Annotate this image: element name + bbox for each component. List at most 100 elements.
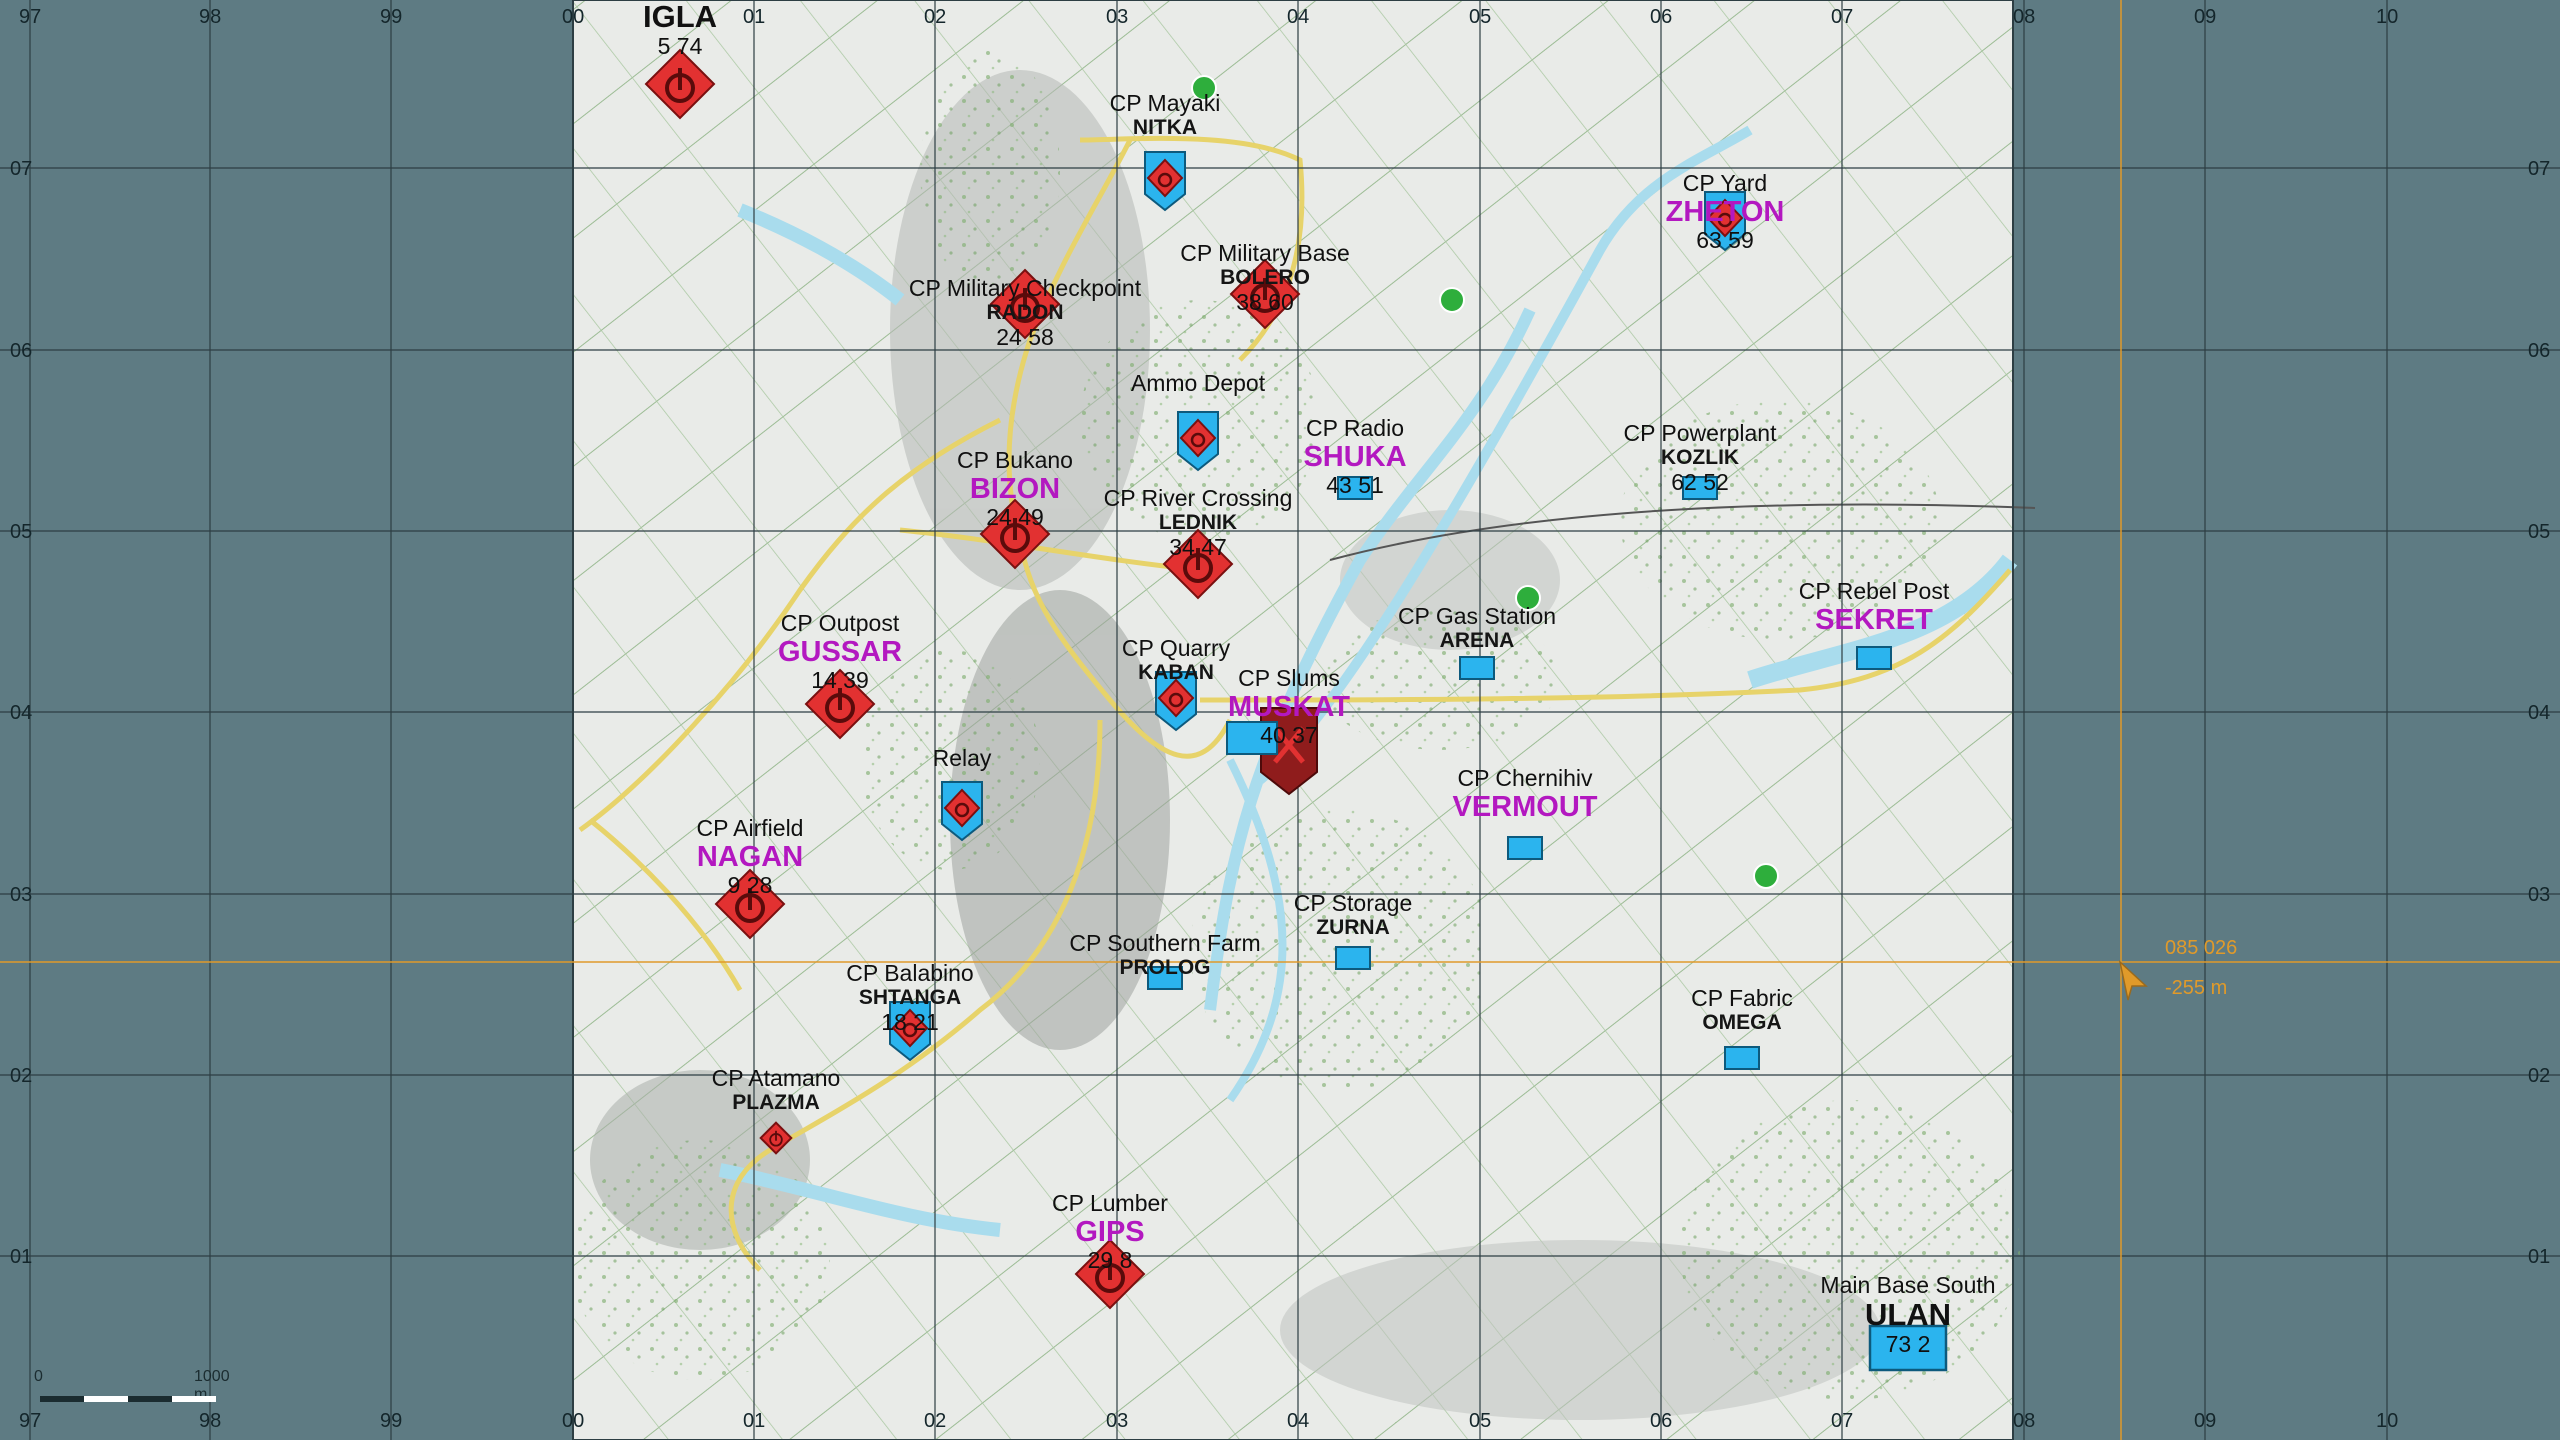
- scale-zero-label: 0: [34, 1368, 43, 1385]
- marker-name: CP Lumber: [1052, 1190, 1168, 1216]
- marker-label-zheton[interactable]: CP Yard ZHETON 63 59: [1666, 170, 1785, 252]
- grid-y-label-01: 01: [2528, 1246, 2551, 1268]
- marker-count: 40 37: [1260, 722, 1318, 748]
- marker-name: CP Fabric: [1691, 985, 1793, 1011]
- marker-count: 14 39: [811, 667, 869, 693]
- friendly-unit-icon[interactable]: [1507, 836, 1543, 860]
- cursor-readout: 085 026 -255 m: [2165, 928, 2237, 1008]
- grid-x-label-99: 99: [380, 1410, 403, 1432]
- marker-name: Main Base South: [1820, 1272, 1996, 1298]
- marker-callsign: IGLA: [642, 0, 718, 34]
- marker-name: CP Quarry: [1121, 635, 1231, 661]
- friendly-unit-icon[interactable]: [1856, 646, 1892, 670]
- marker-callsign: ARENA: [1439, 629, 1515, 652]
- grid-x-label-03: 03: [1106, 1410, 1129, 1432]
- marker-name: CP Airfield: [696, 815, 804, 841]
- marker-count: 38 60: [1236, 289, 1294, 315]
- marker-callsign: LEDNIK: [1158, 511, 1238, 534]
- marker-name: CP Atamano: [711, 1065, 841, 1091]
- marker-callsign: ZURNA: [1316, 916, 1390, 939]
- marker-name: CP Radio: [1305, 415, 1405, 441]
- map-viewport[interactable]: IGLA 5 74 CP Mayaki NITKA CP Yard ZHETON 63 59…: [0, 0, 2560, 1440]
- marker-label-arena[interactable]: CP Gas Station ARENA: [1398, 603, 1556, 653]
- marker-label-gips[interactable]: CP Lumber GIPS 29 8: [1052, 1190, 1168, 1272]
- grid-y-label-05: 05: [10, 521, 33, 543]
- marker-label-gussar[interactable]: CP Outpost GUSSAR 14 39: [778, 610, 902, 692]
- waypoint-icon: [1753, 863, 1779, 889]
- marker-callsign: VERMOUT: [1452, 791, 1598, 823]
- marker-callsign: BIZON: [969, 473, 1061, 505]
- marker-name: Relay: [932, 745, 992, 771]
- friendly-unit-icon[interactable]: [1335, 946, 1371, 970]
- grid-x-label-07: 07: [1831, 1410, 1854, 1432]
- grid-x-label-06: 06: [1650, 6, 1673, 28]
- marker-label-ammo-depot[interactable]: Ammo Depot: [1131, 370, 1265, 396]
- grid-x-label-97: 97: [19, 6, 42, 28]
- marker-callsign: PLAZMA: [732, 1091, 820, 1114]
- grid-y-label-04: 04: [2528, 702, 2551, 724]
- marker-count: 24 49: [986, 504, 1044, 530]
- marker-count: 9 28: [727, 872, 773, 898]
- marker-label-prolog[interactable]: CP Southern Farm PROLOG: [1069, 930, 1260, 980]
- marker-label-nagan[interactable]: CP Airfield NAGAN 9 28: [697, 815, 804, 897]
- grid-x-label-01: 01: [743, 6, 766, 28]
- marker-count: 29 8: [1087, 1247, 1133, 1273]
- marker-callsign: MUSKAT: [1228, 691, 1350, 723]
- marker-label-relay[interactable]: Relay: [933, 745, 992, 771]
- marker-callsign: OMEGA: [1702, 1011, 1782, 1034]
- grid-y-label-07: 07: [10, 158, 33, 180]
- cursor-distance: -255 m: [2165, 977, 2228, 999]
- marker-name: CP Powerplant: [1623, 420, 1777, 446]
- marker-label-shtanga[interactable]: CP Balabino SHTANGA 18 21: [846, 960, 973, 1034]
- grid-y-label-06: 06: [2528, 340, 2551, 362]
- marker-count: 5 74: [657, 33, 703, 59]
- marker-label-omega[interactable]: CP Fabric OMEGA: [1691, 985, 1793, 1035]
- marker-label-bizon[interactable]: CP Bukano BIZON 24 49: [957, 447, 1073, 529]
- grid-x-label-04: 04: [1287, 1410, 1310, 1432]
- grid-x-label-05: 05: [1469, 1410, 1492, 1432]
- friendly-unit-icon[interactable]: [1459, 656, 1495, 680]
- marker-count: 24 58: [996, 324, 1054, 350]
- marker-callsign: BOLERO: [1220, 266, 1310, 289]
- marker-label-bolero[interactable]: CP Military Base BOLERO 38 60: [1180, 240, 1350, 314]
- grid-y-label-05: 05: [2528, 521, 2551, 543]
- marker-label-zurna[interactable]: CP Storage ZURNA: [1294, 890, 1412, 940]
- grid-x-label-10: 10: [2376, 1410, 2399, 1432]
- marker-label-kaban[interactable]: CP Quarry KABAN: [1122, 635, 1230, 685]
- marker-count: 18 21: [881, 1009, 939, 1035]
- marker-name: CP Balabino: [846, 960, 974, 986]
- grid-x-label-06: 06: [1650, 1410, 1673, 1432]
- marker-callsign: ZHETON: [1665, 196, 1785, 228]
- friendly-unit-icon[interactable]: [1724, 1046, 1760, 1070]
- grid-x-label-08: 08: [2013, 1410, 2036, 1432]
- grid-x-label-00: 00: [562, 6, 585, 28]
- grid-y-label-02: 02: [2528, 1065, 2551, 1087]
- marker-name: CP Military Base: [1180, 240, 1350, 266]
- marker-name: CP Bukano: [957, 447, 1073, 473]
- mouse-cursor-icon: [2118, 959, 2148, 1001]
- marker-count: 43 51: [1326, 472, 1384, 498]
- marker-label-shuka[interactable]: CP Radio SHUKA 43 51: [1303, 415, 1406, 497]
- marker-label-lednik[interactable]: CP River Crossing LEDNIK 34 47: [1104, 485, 1293, 559]
- marker-label-igla[interactable]: IGLA 5 74: [643, 0, 717, 58]
- grid-x-label-99: 99: [380, 6, 403, 28]
- grid-y-label-03: 03: [10, 884, 33, 906]
- marker-name: CP Gas Station: [1397, 603, 1557, 629]
- marker-count: 62 52: [1671, 469, 1729, 495]
- grid-y-label-02: 02: [10, 1065, 33, 1087]
- grid-x-label-09: 09: [2194, 6, 2217, 28]
- grid-y-label-06: 06: [10, 340, 33, 362]
- marker-label-muskat[interactable]: CP Slums MUSKAT 40 37: [1228, 665, 1350, 747]
- marker-callsign: NAGAN: [696, 841, 804, 873]
- marker-name: CP Yard: [1682, 170, 1768, 196]
- marker-label-plazma[interactable]: CP Atamano PLAZMA: [712, 1065, 841, 1115]
- marker-label-radon[interactable]: CP Military Checkpoint RADON 24 58: [909, 275, 1141, 349]
- marker-label-nitka[interactable]: CP Mayaki NITKA: [1110, 90, 1221, 140]
- grid-x-label-05: 05: [1469, 6, 1492, 28]
- grid-x-label-01: 01: [743, 1410, 766, 1432]
- marker-label-ulan[interactable]: Main Base South ULAN 73 2: [1820, 1272, 1995, 1356]
- marker-label-vermout[interactable]: CP Chernihiv VERMOUT: [1453, 765, 1598, 823]
- marker-label-kozlik[interactable]: CP Powerplant KOZLIK 62 52: [1624, 420, 1777, 494]
- grid-x-label-02: 02: [924, 1410, 947, 1432]
- marker-label-sekret[interactable]: CP Rebel Post SEKRET: [1799, 578, 1949, 636]
